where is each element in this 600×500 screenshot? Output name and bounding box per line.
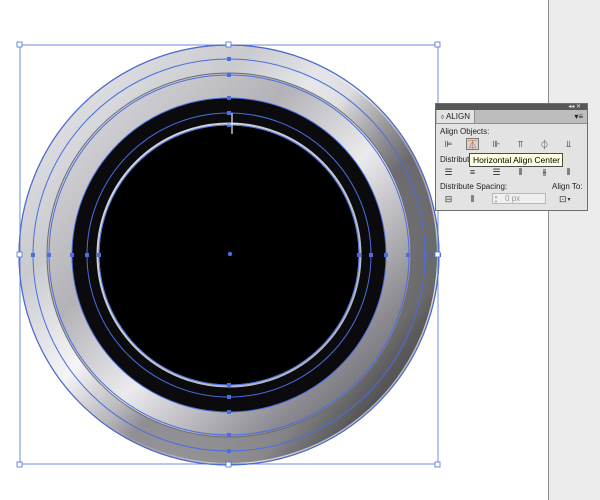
horizontal-distribute-right-button[interactable]: ⫴ bbox=[562, 166, 575, 178]
vertical-align-center-icon: ⏀ bbox=[539, 139, 549, 150]
vertical-distribute-top-button[interactable]: ☰ bbox=[442, 166, 455, 178]
panel-tab-row: ◊ ALIGN ▾≡ bbox=[436, 110, 587, 124]
vertical-distribute-top-icon: ☰ bbox=[444, 166, 453, 177]
vertical-distribute-space-icon: ⊟ bbox=[444, 193, 453, 204]
horizontal-distribute-center-icon: ⫵ bbox=[542, 166, 547, 177]
horizontal-align-right-icon: ⊪ bbox=[492, 138, 501, 149]
vertical-distribute-center-icon: ≡ bbox=[469, 167, 476, 177]
horizontal-distribute-space-icon: ⫴ bbox=[470, 193, 475, 204]
align-objects-label: Align Objects: bbox=[440, 127, 490, 136]
spacing-stepper[interactable]: ▲ ▼ bbox=[494, 194, 498, 204]
vertical-distribute-space-button[interactable]: ⊟ bbox=[442, 193, 455, 205]
vertical-align-center-button[interactable]: ⏀ bbox=[538, 138, 551, 150]
horizontal-distribute-right-icon: ⫴ bbox=[566, 166, 571, 177]
vertical-align-bottom-icon: ⫫ bbox=[565, 138, 572, 149]
panel-menu-icon[interactable]: ▾≡ bbox=[574, 110, 583, 123]
tab-align-label: ALIGN bbox=[445, 112, 470, 121]
stepper-down-icon[interactable]: ▼ bbox=[494, 199, 498, 204]
tab-align[interactable]: ◊ ALIGN bbox=[437, 110, 475, 123]
tooltip-horizontal-align-center: Horizontal Align Center bbox=[469, 153, 563, 167]
artboard-canvas[interactable] bbox=[0, 0, 548, 500]
spacing-value-field[interactable]: ▲ ▼ 0 px bbox=[492, 193, 546, 204]
vertical-distribute-bottom-button[interactable]: ☰ bbox=[490, 166, 503, 178]
vertical-align-top-icon: ⫪ bbox=[517, 138, 524, 149]
horizontal-distribute-left-icon: ⫴ bbox=[518, 166, 523, 177]
window-gutter bbox=[548, 0, 600, 500]
vector-artwork[interactable] bbox=[0, 0, 548, 500]
horizontal-align-left-button[interactable]: ⊫ bbox=[442, 138, 455, 150]
align-to-dropdown[interactable]: ⊡ ▾ bbox=[559, 193, 579, 205]
align-to-label: Align To: bbox=[552, 182, 583, 191]
distribute-spacing-label: Distribute Spacing: bbox=[440, 182, 508, 191]
horizontal-align-right-button[interactable]: ⊪ bbox=[490, 138, 503, 150]
vertical-align-bottom-button[interactable]: ⫫ bbox=[562, 138, 575, 150]
vertical-distribute-center-button[interactable]: ≡ bbox=[466, 166, 479, 178]
vertical-distribute-bottom-icon: ☰ bbox=[492, 166, 501, 177]
center-point[interactable] bbox=[227, 251, 233, 257]
horizontal-distribute-left-button[interactable]: ⫴ bbox=[514, 166, 527, 178]
horizontal-align-center-icon: ⏄ bbox=[467, 139, 477, 150]
tab-collapse-icon: ◊ bbox=[441, 115, 444, 121]
horizontal-distribute-space-button[interactable]: ⫴ bbox=[466, 193, 479, 205]
horizontal-align-left-icon: ⊫ bbox=[444, 138, 453, 149]
horizontal-align-center-button[interactable]: ⏄ bbox=[466, 138, 479, 150]
vertical-align-top-button[interactable]: ⫪ bbox=[514, 138, 527, 150]
spacing-value: 0 px bbox=[505, 194, 521, 203]
chevron-down-icon: ▾ bbox=[567, 196, 571, 203]
align-to-selection-icon: ⊡ bbox=[559, 193, 567, 204]
horizontal-distribute-center-button[interactable]: ⫵ bbox=[538, 166, 551, 178]
